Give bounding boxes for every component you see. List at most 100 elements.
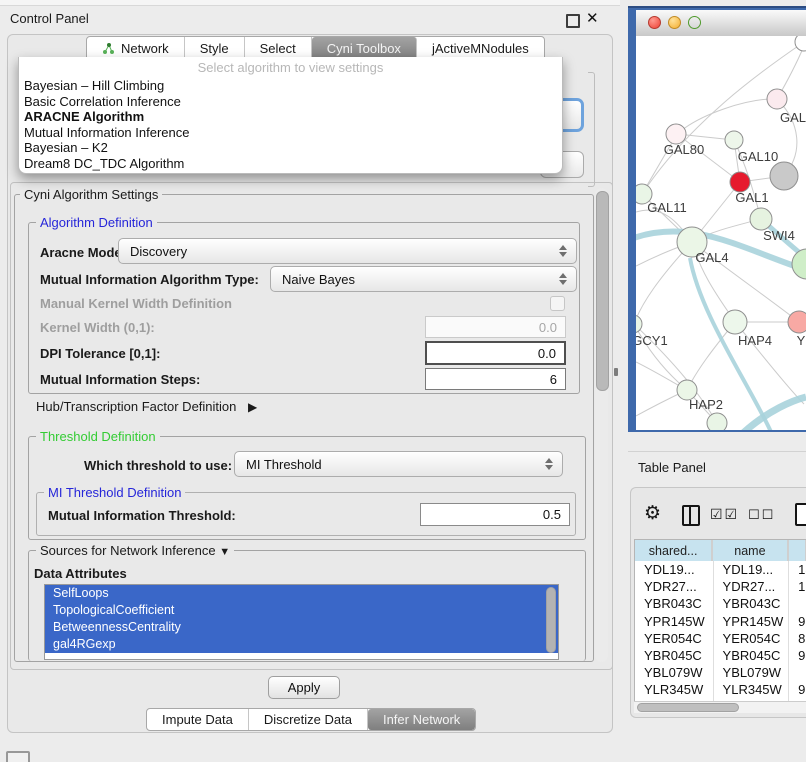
algorithm-option[interactable]: Bayesian – Hill Climbing xyxy=(19,78,562,94)
zoom-traffic-light[interactable] xyxy=(688,16,701,29)
apply-button[interactable]: Apply xyxy=(268,676,340,699)
network-node-label: GAL11 xyxy=(647,200,687,215)
network-node-gal80[interactable] xyxy=(666,124,686,144)
network-node-gal[interactable] xyxy=(767,89,787,109)
combo-arrows-icon xyxy=(559,245,567,257)
algorithm-option[interactable]: Basic Correlation Inference xyxy=(19,94,562,110)
clear-all-checks-icon[interactable]: ☐☐ xyxy=(748,507,775,523)
table-cell: YLR345W xyxy=(714,681,790,698)
dpi-tolerance-label: DPI Tolerance [0,1]: xyxy=(40,346,160,361)
mode-tab-impute-data[interactable]: Impute Data xyxy=(147,709,249,730)
tab-label: Cyni Toolbox xyxy=(327,41,401,56)
network-edge-highlighted[interactable] xyxy=(742,397,806,430)
network-node-label: GAL10 xyxy=(738,149,778,164)
table-column-header[interactable]: shared... xyxy=(635,540,711,561)
network-node[interactable] xyxy=(770,162,798,190)
table-cell: 13 xyxy=(789,561,806,578)
attributes-scrollbar-thumb[interactable] xyxy=(546,587,556,653)
table-settings-gear-icon[interactable]: ⚙ xyxy=(644,502,661,525)
table-column-header[interactable]: name xyxy=(713,540,786,561)
collapse-down-icon[interactable]: ▼ xyxy=(219,546,230,558)
mi-threshold-label: Mutual Information Threshold: xyxy=(48,508,236,523)
kernel-width-label: Kernel Width (0,1): xyxy=(40,320,155,335)
split-columns-icon[interactable] xyxy=(682,505,700,526)
table-row[interactable]: YER054CYER054C8. xyxy=(635,630,806,647)
data-attributes-list[interactable]: SelfLoopsTopologicalCoefficientBetweenne… xyxy=(44,584,559,660)
close-traffic-light[interactable] xyxy=(648,16,661,29)
table-row[interactable]: YDL19...YDL19...13 xyxy=(635,561,806,578)
data-attribute-item[interactable]: BetweennessCentrality xyxy=(45,619,558,636)
minimize-traffic-light[interactable] xyxy=(668,16,681,29)
network-node-label: GAL xyxy=(780,110,806,125)
mi-steps-field[interactable]: 6 xyxy=(425,368,566,390)
data-attribute-item[interactable]: gal4RGexp xyxy=(45,636,558,653)
dpi-tolerance-field[interactable]: 0.0 xyxy=(425,341,566,365)
sources-title-text: Sources for Network Inference xyxy=(40,543,216,558)
network-node[interactable] xyxy=(707,413,727,430)
table-column-header[interactable] xyxy=(789,540,805,561)
new-table-page-icon[interactable] xyxy=(795,503,806,526)
table-row[interactable]: YBL079WYBL079W xyxy=(635,664,806,681)
mi-threshold-field[interactable]: 0.5 xyxy=(420,503,570,526)
float-window-icon[interactable] xyxy=(566,14,580,28)
which-threshold-value: MI Threshold xyxy=(246,457,322,472)
table-row[interactable]: YDR27...YDR27...12 xyxy=(635,578,806,595)
table-row[interactable]: YLR345WYLR345W9. xyxy=(635,681,806,698)
table-cell: YER054C xyxy=(635,630,714,647)
network-node-hap4[interactable] xyxy=(723,310,747,334)
mi-type-combo[interactable]: Naive Bayes xyxy=(270,266,577,292)
algorithm-option[interactable]: ARACNE Algorithm xyxy=(19,109,562,125)
select-all-checks-icon[interactable]: ☑☑ xyxy=(710,506,739,523)
tab-label: Style xyxy=(200,41,229,56)
table-row[interactable]: YBR043CYBR043C xyxy=(635,595,806,612)
screenshot-root: Control Panel ✕ NetworkStyleSelectCyni T… xyxy=(0,0,806,762)
table-cell: 8. xyxy=(789,630,806,647)
kernel-width-field[interactable]: 0.0 xyxy=(425,316,566,338)
algorithm-option[interactable]: Dream8 DC_TDC Algorithm xyxy=(19,156,562,172)
table-cell: YPR145W xyxy=(714,613,790,630)
network-node-label: GAL1 xyxy=(735,190,768,205)
hub-section-toggle[interactable]: Hub/Transcription Factor Definition ▶ xyxy=(36,399,257,414)
table-cell: YBR045C xyxy=(635,647,714,664)
aracne-mode-combo[interactable]: Discovery xyxy=(118,238,577,264)
expand-right-icon[interactable]: ▶ xyxy=(248,400,257,414)
right-divider xyxy=(628,451,806,452)
algorithm-option[interactable]: Bayesian – K2 xyxy=(19,140,562,156)
network-node-swi4[interactable] xyxy=(750,208,772,230)
algorithm-popup-options: Bayesian – Hill ClimbingBasic Correlatio… xyxy=(19,78,562,172)
network-node-label: HAP2 xyxy=(689,397,723,412)
tab-label: Select xyxy=(260,41,296,56)
sources-group-title[interactable]: Sources for Network Inference ▼ xyxy=(36,543,234,558)
manual-kernel-checkbox[interactable] xyxy=(550,296,565,311)
table-cell: YBR043C xyxy=(635,595,714,612)
network-window-titlebar[interactable] xyxy=(636,10,806,37)
network-node[interactable] xyxy=(792,249,806,279)
close-icon[interactable]: ✕ xyxy=(586,9,599,27)
which-threshold-combo[interactable]: MI Threshold xyxy=(234,451,563,477)
network-edge[interactable] xyxy=(677,99,777,134)
mi-type-value: Naive Bayes xyxy=(282,272,355,287)
table-row[interactable]: YPR145WYPR145W9. xyxy=(635,613,806,630)
network-node[interactable] xyxy=(795,36,806,51)
network-node-gal10[interactable] xyxy=(725,131,743,149)
corner-widget-icon[interactable] xyxy=(6,751,30,762)
settings-scrollbar-thumb[interactable] xyxy=(596,191,609,391)
hub-section-label: Hub/Transcription Factor Definition xyxy=(36,399,236,414)
control-panel-title: Control Panel xyxy=(10,11,89,26)
combo-arrows-icon xyxy=(545,458,553,470)
data-attribute-item[interactable]: SelfLoops xyxy=(45,585,558,602)
splitter-grip[interactable] xyxy=(614,368,618,376)
network-node-gal1[interactable] xyxy=(730,172,750,192)
algorithm-option[interactable]: Mutual Information Inference xyxy=(19,125,562,141)
kernel-width-value: 0.0 xyxy=(539,320,557,335)
network-node-y[interactable] xyxy=(788,311,806,333)
mode-tab-discretize-data[interactable]: Discretize Data xyxy=(249,709,368,730)
mode-tab-infer-network[interactable]: Infer Network xyxy=(368,709,475,730)
table-row[interactable]: YBR045CYBR045C9. xyxy=(635,647,806,664)
network-node-label: SWI4 xyxy=(763,228,795,243)
network-canvas[interactable]: GALGAL80GAL10GAL1GAL11SWI4GAL4GCY1HAP4YH… xyxy=(636,36,806,430)
table-cell: 12 xyxy=(789,578,806,595)
data-attribute-item[interactable]: TopologicalCoefficient xyxy=(45,602,558,619)
algorithm-popup: Select algorithm to view settings Bayesi… xyxy=(18,57,563,174)
table-hscrollbar-thumb[interactable] xyxy=(637,703,739,712)
